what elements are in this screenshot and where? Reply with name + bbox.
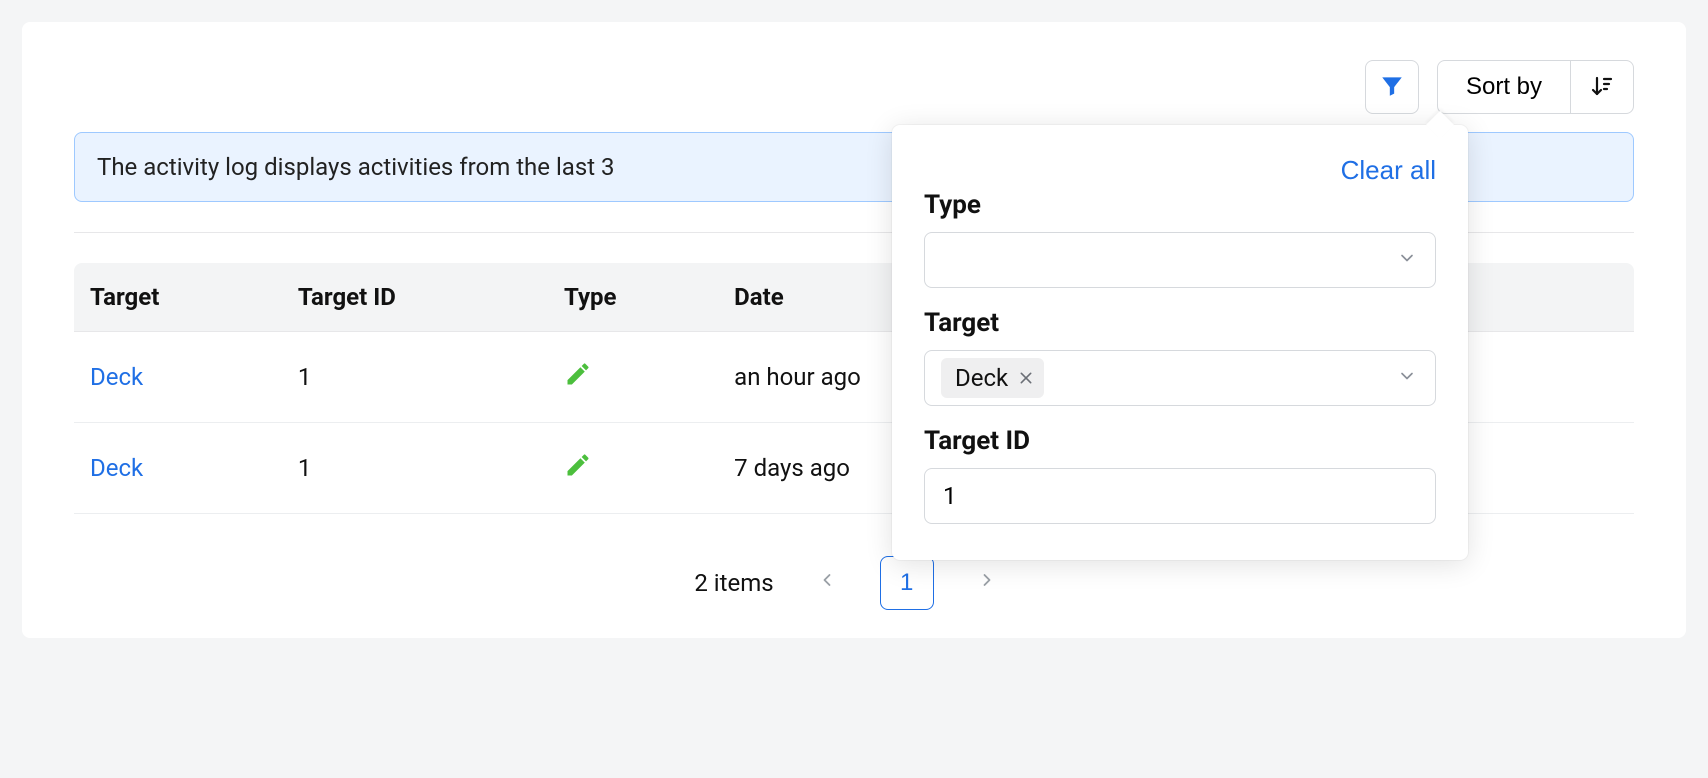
col-target-id: Target ID	[284, 263, 550, 332]
chevron-down-icon	[1397, 246, 1417, 274]
filter-type-select[interactable]	[924, 232, 1436, 288]
next-page-button[interactable]	[960, 556, 1014, 610]
sort-by-label: Sort by	[1466, 73, 1542, 101]
chevron-right-icon	[977, 569, 997, 597]
target-id-cell: 1	[284, 332, 550, 423]
sort-group: Sort by	[1437, 60, 1634, 114]
filter-target-id-label: Target ID	[924, 426, 1436, 456]
target-id-cell: 1	[284, 423, 550, 514]
filter-target-id-input[interactable]	[941, 469, 1419, 523]
filter-target-label: Target	[924, 308, 1436, 338]
sort-desc-icon	[1590, 74, 1614, 101]
items-count: 2 items	[694, 569, 773, 597]
sort-direction-button[interactable]	[1571, 61, 1633, 113]
funnel-icon	[1379, 73, 1405, 102]
sort-by-button[interactable]: Sort by	[1438, 61, 1571, 113]
toolbar: Sort by	[74, 60, 1634, 114]
chip-remove-button[interactable]	[1018, 370, 1034, 386]
filter-target-select[interactable]: Deck	[924, 350, 1436, 406]
col-type: Type	[550, 263, 720, 332]
page-number: 1	[900, 569, 913, 597]
chevron-down-icon	[1397, 364, 1417, 392]
filter-popover: Clear all Type Target Deck	[892, 125, 1468, 560]
chevron-left-icon	[817, 569, 837, 597]
filter-target-chip: Deck	[941, 358, 1044, 398]
edit-icon	[564, 457, 592, 485]
edit-icon	[564, 366, 592, 394]
target-link[interactable]: Deck	[90, 363, 143, 391]
pagination: 2 items 1	[74, 556, 1634, 610]
page-1-button[interactable]: 1	[880, 556, 934, 610]
filter-target-chip-label: Deck	[955, 364, 1008, 392]
target-link[interactable]: Deck	[90, 454, 143, 482]
filter-target-id-input-wrap	[924, 468, 1436, 524]
filter-type-label: Type	[924, 190, 1436, 220]
col-target: Target	[74, 263, 284, 332]
info-banner-text: The activity log displays activities fro…	[97, 153, 615, 181]
clear-all-button[interactable]: Clear all	[1341, 155, 1436, 186]
prev-page-button[interactable]	[800, 556, 854, 610]
filter-button[interactable]	[1365, 60, 1419, 114]
